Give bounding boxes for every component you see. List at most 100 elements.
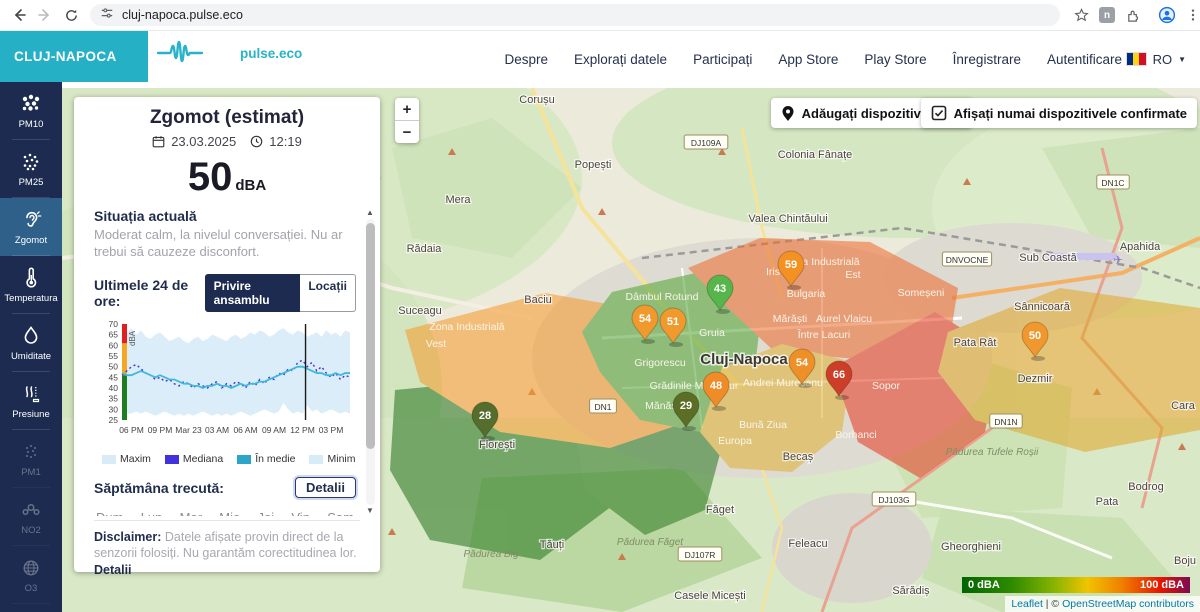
reload-icon[interactable] <box>58 4 84 26</box>
map-label-suburb: Iris <box>766 266 780 278</box>
legend-swatch <box>237 455 251 464</box>
map-label-suburb: Mărăști <box>773 313 807 325</box>
location-pin-icon <box>781 105 795 122</box>
scroll-down-icon[interactable]: ▼ <box>366 506 374 516</box>
legend-label: Minim <box>327 453 355 465</box>
brand-name: pulse.eco <box>240 46 302 61</box>
main-nav: Despre Explorați datele Participați App Sto… <box>504 30 1122 88</box>
road-shield-DN1: DN1 <box>590 399 617 413</box>
nav-link-3[interactable]: App Store <box>778 52 838 67</box>
tab-locations[interactable]: Locații <box>300 274 356 312</box>
svg-text:65: 65 <box>109 330 119 340</box>
map-label-town: Sărădiș <box>892 585 930 597</box>
scale-max-label: 100 dBA <box>1140 579 1184 591</box>
road-shield-DJ107R: DJ107R <box>678 547 722 561</box>
lastweek-label: Săptămâna trecută: <box>94 480 224 496</box>
map-label-town: Colonia Fânațe <box>778 149 853 161</box>
svg-text:50: 50 <box>1029 330 1041 342</box>
disclaimer-details-link[interactable]: Detalii <box>94 563 132 577</box>
map-label-town: Rădaia <box>407 243 443 255</box>
scrollbar-thumb[interactable] <box>366 223 375 449</box>
sidebar-item-presiune[interactable]: Presiune <box>0 372 62 430</box>
week-day: Lun <box>141 510 163 516</box>
nav-link-2[interactable]: Participați <box>693 52 752 67</box>
nav-link-1[interactable]: Explorați datele <box>574 52 667 67</box>
panel-disclaimer: Disclaimer: Datele afișate provin direct… <box>94 520 360 578</box>
chart-tabs: Privire ansamblu Locații <box>205 274 356 312</box>
ear-icon <box>18 208 44 232</box>
legend-swatch <box>165 455 179 464</box>
zoom-out-button[interactable]: − <box>395 121 419 143</box>
map-label-suburb: Dâmbul Rotund <box>626 291 699 303</box>
sidebar-item-pm1[interactable]: PM1 <box>0 430 62 488</box>
map-label-town: Baciu <box>524 294 552 306</box>
profile-avatar-icon[interactable] <box>1154 4 1180 26</box>
site-info-icon[interactable] <box>100 6 114 25</box>
map-label-forest: Pădurea Tufele Roșii <box>946 447 1039 458</box>
nav-link-6[interactable]: Autentificare <box>1047 52 1122 67</box>
week-day: Joi <box>258 510 275 516</box>
svg-text:12 PM: 12 PM <box>290 425 315 435</box>
sidebar-item-label: Presiune <box>12 409 50 420</box>
panel-scrollbar[interactable]: ▲ ▼ <box>364 208 376 516</box>
details-button[interactable]: Detalii <box>295 477 356 498</box>
romania-flag-icon <box>1126 52 1147 66</box>
map-label-suburb: Gruia <box>699 327 725 339</box>
week-day: Vin <box>291 510 310 516</box>
scrollbar-track[interactable] <box>366 219 375 505</box>
leaflet-link[interactable]: Leaflet <box>1011 598 1043 610</box>
map-label-suburb: Între Lacuri <box>797 328 851 341</box>
brand-logo[interactable]: pulse.eco <box>156 38 302 68</box>
extensions-puzzle-icon[interactable] <box>1120 4 1146 26</box>
clock-icon <box>250 135 263 148</box>
tab-overview[interactable]: Privire ansamblu <box>205 274 301 312</box>
address-bar[interactable]: cluj-napoca.pulse.eco <box>90 4 1060 26</box>
pm1-icon <box>18 440 44 464</box>
zoom-in-button[interactable]: + <box>395 98 419 121</box>
week-day: Sam <box>327 510 354 516</box>
language-selector[interactable]: RO ▼ <box>1126 30 1186 88</box>
sidebar-item-zgomot[interactable]: Zgomot <box>0 198 62 256</box>
svg-text:09 PM: 09 PM <box>148 425 173 435</box>
svg-text:66: 66 <box>833 369 845 381</box>
map-label-suburb: Zona Industrială <box>429 321 504 333</box>
bookmark-star-icon[interactable] <box>1068 4 1094 26</box>
sidebar-item-o3[interactable]: O3 <box>0 546 62 604</box>
sensor-sidebar: PM10 PM25ZgomotTemperaturaUmiditate Presiu… <box>0 82 62 612</box>
svg-text:54: 54 <box>796 357 809 369</box>
svg-text:29: 29 <box>680 400 692 412</box>
sidebar-item-pm10[interactable]: PM10 <box>0 82 62 140</box>
sidebar-item-label: NO2 <box>21 525 41 536</box>
map-label-town: Becaș <box>783 451 814 463</box>
svg-text:06 AM: 06 AM <box>233 425 257 435</box>
language-code: RO <box>1153 52 1173 67</box>
sidebar-item-pm25[interactable]: PM25 <box>0 140 62 198</box>
show-confirmed-toggle[interactable]: Afișați numai dispozitivele confirmate <box>921 98 1197 128</box>
scroll-up-icon[interactable]: ▲ <box>366 208 374 218</box>
show-confirmed-label: Afișați numai dispozitivele confirmate <box>954 106 1187 121</box>
map-label-town: Tăuți <box>540 539 564 551</box>
site-header: CLUJ-NAPOCA pulse.eco Despre Explorați da… <box>0 30 1200 88</box>
nav-link-5[interactable]: Înregistrare <box>953 52 1021 67</box>
value-number: 50 <box>188 155 233 199</box>
svg-text:40: 40 <box>109 383 119 393</box>
back-icon[interactable] <box>6 4 32 26</box>
sidebar-item-no2[interactable]: NO2 <box>0 488 62 546</box>
sidebar-item-label: PM10 <box>19 119 44 130</box>
thermo-icon <box>18 266 44 290</box>
road-shield-DJ109A: DJ109A <box>684 135 728 149</box>
nav-link-0[interactable]: Despre <box>504 52 548 67</box>
svg-text:28: 28 <box>479 410 491 422</box>
extension-n-icon[interactable]: n <box>1094 4 1120 26</box>
svg-text:06 PM: 06 PM <box>119 425 144 435</box>
map-zoom-control: + − <box>395 98 419 143</box>
city-name-block[interactable]: CLUJ-NAPOCA <box>0 30 148 82</box>
browser-menu-icon[interactable] <box>1180 4 1200 26</box>
nav-link-4[interactable]: Play Store <box>864 52 926 67</box>
sidebar-item-temperatura[interactable]: Temperatura <box>0 256 62 314</box>
pm25-icon <box>18 150 44 174</box>
svg-text:45: 45 <box>109 373 119 383</box>
osm-link[interactable]: OpenStreetMap contributors <box>1062 598 1194 610</box>
sidebar-item-umiditate[interactable]: Umiditate <box>0 314 62 372</box>
forward-icon[interactable] <box>32 4 58 26</box>
